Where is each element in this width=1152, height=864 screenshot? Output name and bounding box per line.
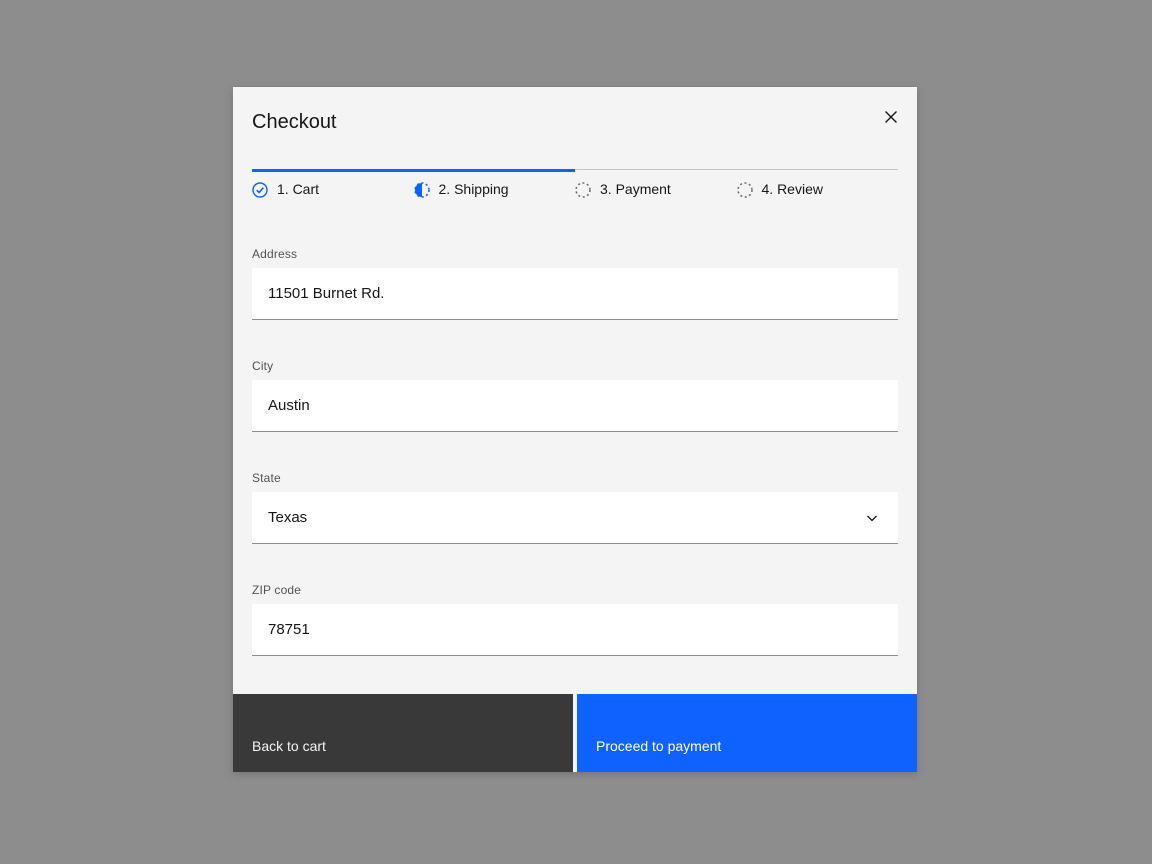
- step-incomplete-icon: [575, 182, 591, 198]
- state-select[interactable]: Texas: [252, 492, 898, 544]
- step-shipping[interactable]: 2. Shipping: [414, 181, 576, 198]
- chevron-down-icon: [864, 510, 880, 526]
- state-select-value: Texas: [268, 509, 307, 526]
- city-input[interactable]: [252, 380, 898, 432]
- step-review[interactable]: 4. Review: [737, 181, 899, 198]
- step-cart[interactable]: 1. Cart: [252, 181, 414, 198]
- modal-header: Checkout: [233, 87, 917, 135]
- modal-footer: Back to cart Proceed to payment: [233, 694, 917, 772]
- shipping-form: Address City State Texas ZIP code: [233, 198, 917, 694]
- address-input[interactable]: [252, 268, 898, 320]
- checkout-modal: Checkout 1. Cart: [233, 87, 917, 772]
- progress-fill: [252, 169, 575, 172]
- step-label: 4. Review: [762, 181, 823, 198]
- back-to-cart-button[interactable]: Back to cart: [233, 694, 573, 772]
- city-label: City: [252, 358, 898, 374]
- state-field-group: State Texas: [252, 470, 898, 544]
- step-label: 1. Cart: [277, 181, 319, 198]
- proceed-to-payment-button[interactable]: Proceed to payment: [577, 694, 917, 772]
- zip-label: ZIP code: [252, 582, 898, 598]
- zip-field-group: ZIP code: [252, 582, 898, 656]
- modal-title: Checkout: [252, 109, 898, 135]
- state-label: State: [252, 470, 898, 486]
- city-field-group: City: [252, 358, 898, 432]
- address-label: Address: [252, 246, 898, 262]
- step-incomplete-icon: [737, 182, 753, 198]
- close-icon: [884, 110, 898, 124]
- step-indicator: 1. Cart 2. Shipping 3. Payment: [252, 181, 898, 198]
- step-payment[interactable]: 3. Payment: [575, 181, 737, 198]
- progress-bar: [252, 169, 898, 172]
- step-complete-icon: [252, 182, 268, 198]
- step-label: 2. Shipping: [439, 181, 509, 198]
- address-field-group: Address: [252, 246, 898, 320]
- step-label: 3. Payment: [600, 181, 671, 198]
- close-button[interactable]: [871, 97, 911, 137]
- step-current-icon: [414, 182, 430, 198]
- zip-input[interactable]: [252, 604, 898, 656]
